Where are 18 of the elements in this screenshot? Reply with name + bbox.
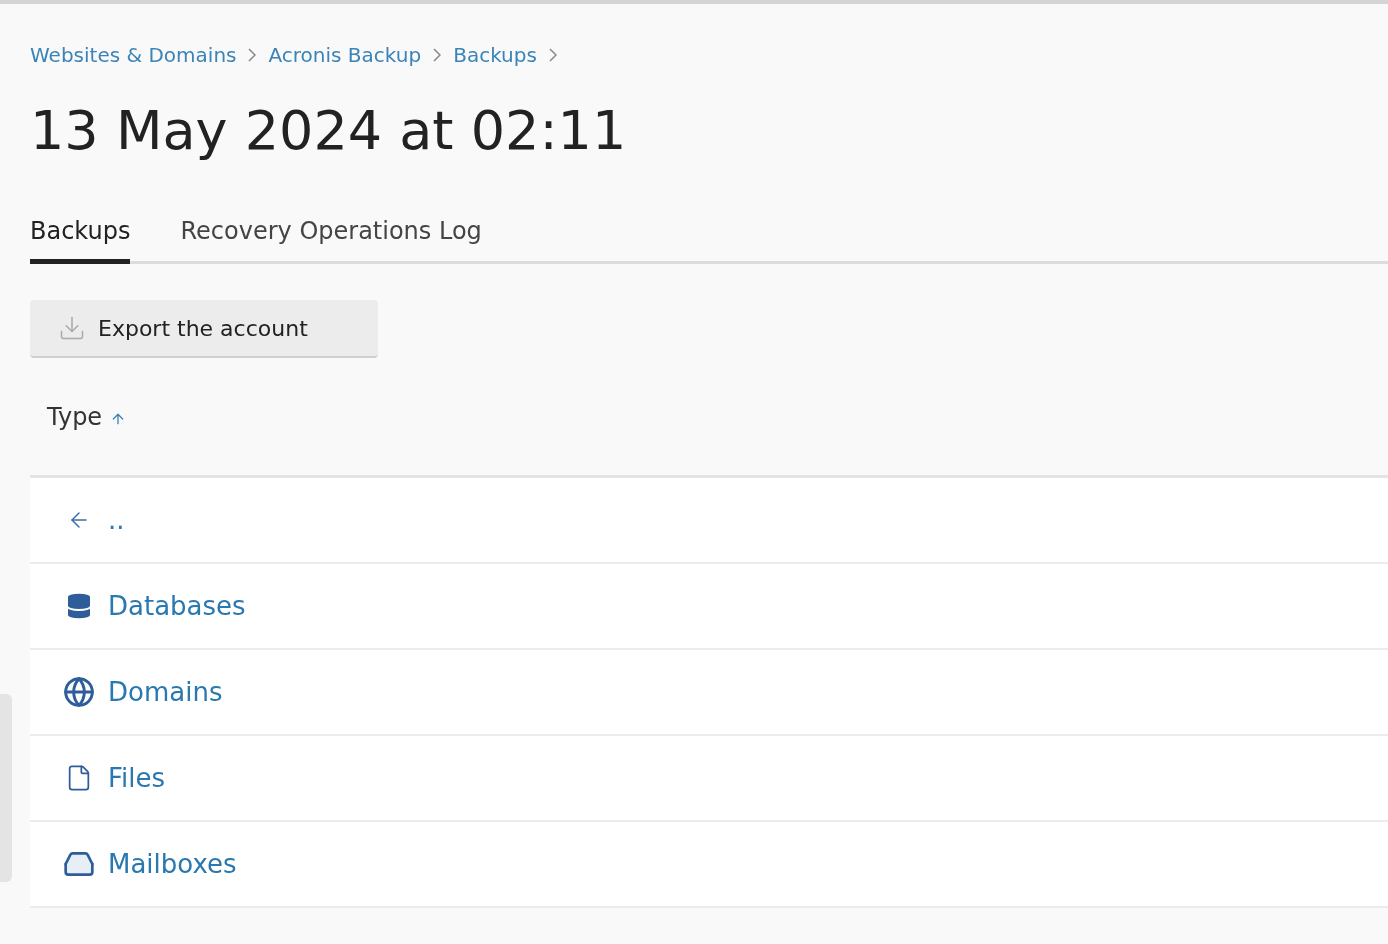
row-link[interactable]: Domains bbox=[108, 672, 223, 712]
row-link[interactable]: Databases bbox=[108, 586, 246, 626]
globe-icon bbox=[63, 676, 95, 708]
row-link[interactable]: Mailboxes bbox=[108, 844, 237, 884]
export-button[interactable]: Export the account bbox=[30, 300, 378, 358]
breadcrumb-link[interactable]: Websites & Domains bbox=[30, 40, 237, 70]
download-icon bbox=[58, 314, 86, 342]
tab[interactable]: Backups bbox=[30, 213, 131, 264]
chevron-right-icon bbox=[248, 48, 257, 62]
page-title: 13 May 2024 at 02:11 bbox=[30, 104, 628, 158]
chevron-right-icon bbox=[433, 48, 442, 62]
tab[interactable]: Recovery Operations Log bbox=[180, 213, 482, 264]
row-link[interactable]: .. bbox=[108, 500, 125, 540]
breadcrumb-link[interactable]: Acronis Backup bbox=[268, 40, 422, 70]
column-header[interactable]: Type bbox=[47, 398, 103, 435]
row-link[interactable]: Files bbox=[108, 758, 166, 798]
chevron-right-icon bbox=[548, 48, 557, 62]
breadcrumb-link[interactable]: Backups bbox=[453, 40, 537, 70]
